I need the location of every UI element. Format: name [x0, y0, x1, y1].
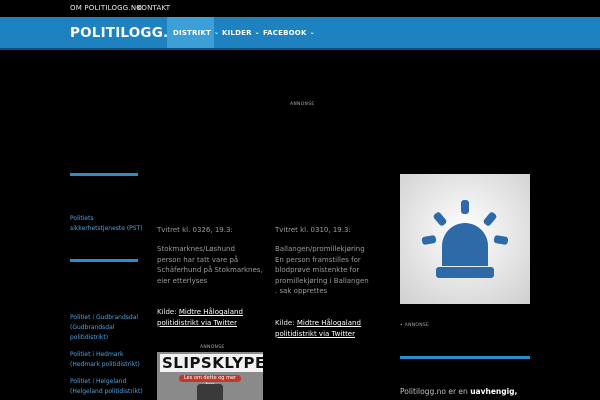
nav-item-distrikt[interactable]: DISTRIKT ⌄ — [167, 17, 219, 48]
sidebar-link-pst[interactable]: Politiets sikkerhetstjeneste (PST) — [70, 214, 143, 234]
sidebar-link-line: Politiet i Gudbrandsdal — [70, 314, 139, 321]
ad-banner[interactable]: SLIPSKLYPE? Les om dette og mer her — [157, 352, 263, 400]
post-body: Stokmarknes/Løshund person har tatt vare… — [157, 244, 267, 286]
sidebar-rule — [70, 173, 138, 176]
ad-label-right: • ANNONSE — [400, 323, 430, 328]
sidebar-link-line: (Hedmark politidistrikt) — [70, 361, 140, 368]
sidebar-link-line: Politiets — [70, 215, 94, 222]
ad-subline: Les om dette og mer her — [179, 375, 241, 388]
nav-item-label: FACEBOOK — [263, 28, 307, 37]
chevron-down-icon: ⌄ — [309, 29, 315, 36]
post-source: Kilde: Midtre Hålogaland politidistrikt … — [275, 318, 361, 339]
main-navbar: POLITILOGG.NO DISTRIKT ⌄ KILDER ⌄ FACEBO… — [0, 17, 600, 50]
contact-link[interactable]: KONTAKT — [137, 4, 170, 12]
sidebar-link-helgeland[interactable]: Politiet i Helgeland (Helgeland politidi… — [70, 377, 143, 397]
source-prefix: Kilde: — [157, 308, 179, 316]
sidebar-link-hedmark[interactable]: Politiet i Hedmark (Hedmark politidistri… — [70, 350, 140, 370]
right-rule — [400, 356, 530, 359]
promo-image[interactable] — [400, 174, 530, 304]
post-source: Kilde: Midtre Hålogaland politidistrikt … — [157, 307, 243, 328]
post-body-line: Schäferhund på Stokmarknes, — [157, 266, 263, 274]
sidebar-link-line: Politiet i Hedmark — [70, 351, 124, 358]
about-link[interactable]: OM POLITILOGG.NO — [70, 4, 142, 12]
sidebar-link-line: politidistrikt) — [70, 334, 109, 341]
sidebar-rule — [70, 259, 138, 262]
police-siren-icon — [421, 200, 509, 278]
source-link[interactable]: Midtre Hålogaland — [297, 319, 361, 327]
ad-label-mid: ANNONSE — [200, 345, 225, 350]
sidebar-link-line: (Helgeland politidistrikt) — [70, 388, 143, 395]
source-link[interactable]: Midtre Hålogaland — [179, 308, 243, 316]
ad-label-top: ANNONSE — [290, 102, 315, 107]
footer-prefix: Politilogg.no er en — [400, 387, 471, 396]
chevron-down-icon: ⌄ — [214, 29, 220, 36]
nav-item-kilder[interactable]: KILDER ⌄ — [222, 17, 260, 48]
post-timestamp: Tvitret kl. 0310, 19.3: — [275, 226, 351, 234]
sidebar-link-gudbrandsdal[interactable]: Politiet i Gudbrandsdal (Gudbrandsdal po… — [70, 313, 138, 343]
post-body-line: Ballangen/promillekjøring — [275, 245, 365, 253]
post-body-line: Stokmarknes/Løshund — [157, 245, 235, 253]
source-prefix: Kilde: — [275, 319, 297, 327]
post-timestamp: Tvitret kl. 0326, 19.3: — [157, 226, 233, 234]
nav-item-facebook[interactable]: FACEBOOK ⌄ — [263, 17, 315, 48]
nav-item-label: KILDER — [222, 28, 252, 37]
post-source-line: Kilde: Midtre Hålogaland — [157, 307, 243, 318]
footer-bold: uavhengig, — [470, 387, 518, 396]
sidebar-link-line: (Gudbrandsdal — [70, 324, 115, 331]
sidebar-link-line: Politiet i Helgeland — [70, 378, 127, 385]
post-body-line: En person framstilles for — [275, 255, 361, 264]
post-body-line: eier etterlyses — [157, 276, 208, 285]
top-bar: OM POLITILOGG.NO KONTAKT — [0, 0, 600, 17]
source-link[interactable]: politidistrikt via Twitter — [157, 318, 243, 329]
ad-headline: SLIPSKLYPE? — [160, 354, 263, 372]
post-body-line: blodprøve mistenkte for — [275, 266, 360, 274]
source-link[interactable]: politidistrikt via Twitter — [275, 329, 361, 340]
nav-item-label: DISTRIKT — [173, 28, 212, 37]
post-source-line: Kilde: Midtre Hålogaland — [275, 318, 361, 329]
post-body-line: . sak opprettes — [275, 287, 328, 295]
ad-image-detail — [197, 384, 223, 400]
chevron-down-icon: ⌄ — [254, 29, 260, 36]
footer-blurb: Politilogg.no er en uavhengig, — [400, 387, 517, 396]
post-body-line: promillekjøring i Ballangen — [275, 276, 369, 285]
post-body-line: person har tatt vare på — [157, 255, 239, 264]
sidebar-link-line: sikkerhetstjeneste (PST) — [70, 225, 143, 232]
post-body: Ballangen/promillekjøring En person fram… — [275, 244, 387, 297]
